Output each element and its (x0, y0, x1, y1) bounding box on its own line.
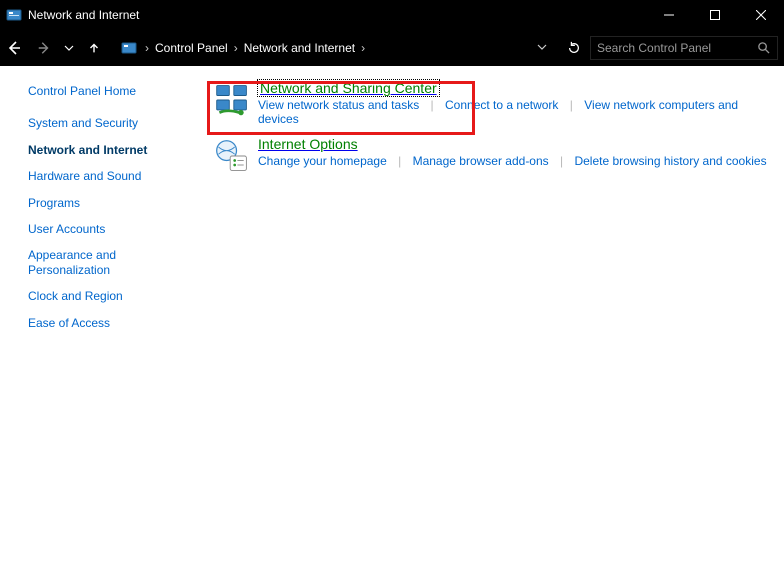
control-panel-small-icon (121, 40, 137, 56)
breadcrumb-dropdown-icon[interactable] (537, 41, 547, 55)
nav-back-button[interactable] (0, 34, 28, 62)
search-input[interactable]: Search Control Panel (590, 36, 778, 60)
internet-options-icon (214, 138, 250, 174)
link-view-network-status[interactable]: View network status and tasks (258, 98, 419, 112)
nav-up-button[interactable] (80, 34, 108, 62)
link-change-homepage[interactable]: Change your homepage (258, 154, 387, 168)
refresh-button[interactable] (560, 34, 588, 62)
sidebar-item-appearance[interactable]: Appearance and Personalization (28, 248, 148, 277)
nav-history-dropdown[interactable] (60, 34, 78, 62)
nav-bar: › Control Panel › Network and Internet ›… (0, 30, 784, 66)
close-button[interactable] (738, 0, 784, 30)
title-bar: Network and Internet (0, 0, 784, 30)
breadcrumb[interactable]: › Control Panel › Network and Internet › (116, 36, 552, 60)
chevron-right-icon[interactable]: › (234, 41, 238, 55)
content-pane: Network and Sharing Center View network … (202, 66, 784, 576)
minimize-button[interactable] (646, 0, 692, 30)
link-delete-history[interactable]: Delete browsing history and cookies (574, 154, 766, 168)
control-panel-icon (6, 7, 22, 23)
maximize-button[interactable] (692, 0, 738, 30)
category-network-sharing: Network and Sharing Center View network … (214, 80, 774, 126)
sidebar-home-link[interactable]: Control Panel Home (28, 84, 202, 98)
search-icon (757, 41, 771, 55)
search-placeholder: Search Control Panel (597, 41, 757, 55)
window-title: Network and Internet (28, 8, 139, 22)
separator: | (398, 154, 401, 168)
sidebar-item-user-accounts[interactable]: User Accounts (28, 222, 202, 236)
nav-forward-button[interactable] (30, 34, 58, 62)
chevron-right-icon[interactable]: › (361, 41, 365, 55)
network-sharing-icon (214, 82, 250, 118)
link-connect-network[interactable]: Connect to a network (445, 98, 558, 112)
sidebar-item-network-internet[interactable]: Network and Internet (28, 143, 202, 157)
category-title-network-sharing[interactable]: Network and Sharing Center (258, 82, 439, 96)
sidebar: Control Panel Home System and Security N… (0, 66, 202, 576)
link-manage-addons[interactable]: Manage browser add-ons (413, 154, 549, 168)
sidebar-item-hardware-sound[interactable]: Hardware and Sound (28, 169, 202, 183)
category-title-internet-options[interactable]: Internet Options (258, 138, 358, 152)
breadcrumb-item-network-internet[interactable]: Network and Internet (244, 41, 355, 55)
sidebar-item-ease-access[interactable]: Ease of Access (28, 316, 202, 330)
chevron-right-icon[interactable]: › (145, 41, 149, 55)
separator: | (560, 154, 563, 168)
separator: | (570, 98, 573, 112)
category-internet-options: Internet Options Change your homepage | … (214, 136, 774, 174)
sidebar-item-programs[interactable]: Programs (28, 196, 202, 210)
sidebar-item-clock-region[interactable]: Clock and Region (28, 289, 202, 303)
sidebar-item-system-security[interactable]: System and Security (28, 116, 202, 130)
separator: | (431, 98, 434, 112)
breadcrumb-item-control-panel[interactable]: Control Panel (155, 41, 228, 55)
